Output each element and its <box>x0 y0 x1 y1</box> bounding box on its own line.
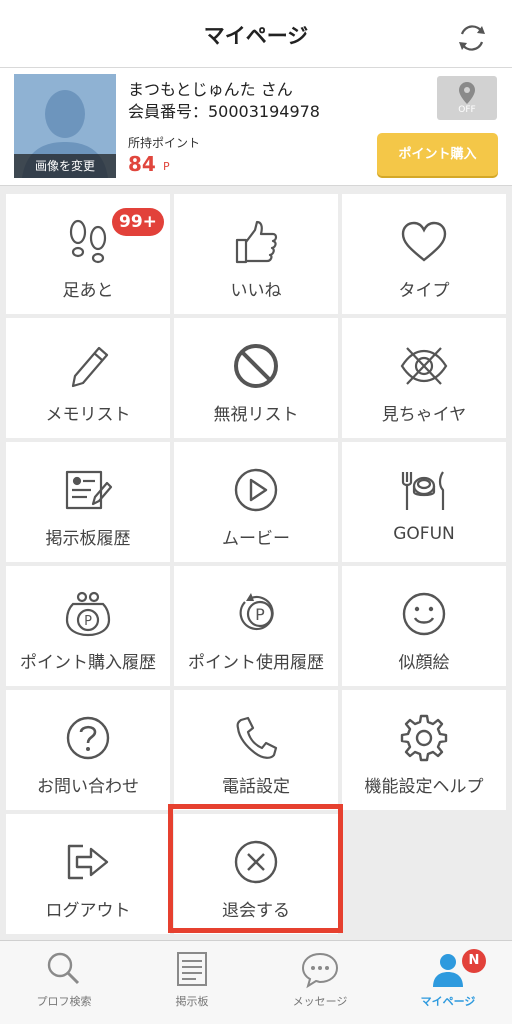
menu-point-usage-history[interactable]: P ポイント使用履歴 <box>174 566 338 686</box>
points-label: 所持ポイント <box>128 136 201 150</box>
close-circle-icon <box>234 840 278 884</box>
menu-hide-from[interactable]: 見ちゃイヤ <box>342 318 506 438</box>
menu-label: 掲示板履歴 <box>45 529 131 549</box>
menu-label: タイプ <box>398 281 450 301</box>
menu-label: 機能設定ヘルプ <box>364 777 484 797</box>
menu-type[interactable]: タイプ <box>342 194 506 314</box>
pencil-icon <box>71 346 109 388</box>
tab-messages[interactable]: メッセージ <box>256 941 384 1024</box>
buy-points-button[interactable]: ポイント購入 <box>377 133 498 176</box>
block-icon <box>234 344 278 388</box>
menu-settings-help[interactable]: 機能設定ヘルプ <box>342 690 506 810</box>
location-state: OFF <box>458 105 476 115</box>
menu-label: ポイント使用履歴 <box>188 653 324 673</box>
avatar[interactable]: 画像を変更 <box>14 74 116 178</box>
page-title: マイページ <box>203 24 309 48</box>
member-id: 会員番号：50003194978 <box>128 102 320 121</box>
person-icon <box>433 954 463 987</box>
refresh-icon[interactable] <box>452 18 492 58</box>
heart-icon <box>401 221 447 262</box>
menu-label: 見ちゃイヤ <box>381 405 467 425</box>
menu-label: 電話設定 <box>222 777 290 797</box>
menu-label: メモリスト <box>45 405 131 425</box>
points-value: 84 <box>128 152 156 176</box>
menu-label: いいね <box>230 281 282 301</box>
svg-text:P: P <box>255 605 265 624</box>
menu-label: 足あと <box>62 281 114 301</box>
footprints-badge: 99+ <box>112 208 164 236</box>
svg-text:P: P <box>84 614 92 629</box>
notification-badge: N <box>462 949 486 973</box>
menu-label: お問い合わせ <box>37 777 139 797</box>
board-history-icon <box>65 470 113 510</box>
menu-logout[interactable]: ログアウト <box>6 814 170 934</box>
menu-label: 無視リスト <box>213 405 299 425</box>
menu-gofun[interactable]: GOFUN <box>342 442 506 562</box>
eye-crossed-icon <box>400 347 448 385</box>
tab-label: 掲示板 <box>175 995 209 1008</box>
play-icon <box>234 468 278 512</box>
purse-icon: P <box>65 591 111 637</box>
message-icon <box>301 952 339 989</box>
user-name: まつもとじゅんた さん <box>128 80 293 99</box>
meat-icon <box>401 471 445 510</box>
menu-phone-settings[interactable]: 電話設定 <box>174 690 338 810</box>
menu-label: 似顔絵 <box>398 653 450 673</box>
tab-profile-search[interactable]: プロフ検索 <box>0 941 128 1024</box>
menu-portrait[interactable]: 似顔絵 <box>342 566 506 686</box>
tab-label: マイページ <box>420 995 476 1008</box>
menu-memo-list[interactable]: メモリスト <box>6 318 170 438</box>
menu-board-history[interactable]: 掲示板履歴 <box>6 442 170 562</box>
location-pin-icon <box>459 82 475 104</box>
change-photo-button[interactable]: 画像を変更 <box>14 154 116 178</box>
footprints-icon <box>69 219 107 264</box>
menu-label: ポイント購入履歴 <box>20 653 156 673</box>
point-usage-icon: P <box>239 593 274 631</box>
menu-label: ログアウト <box>45 901 131 921</box>
menu-movie[interactable]: ムービー <box>174 442 338 562</box>
menu-footprints[interactable]: 99+ 足あと <box>6 194 170 314</box>
tab-label: メッセージ <box>292 995 348 1008</box>
menu-label: ムービー <box>222 529 290 549</box>
menu-point-purchase-history[interactable]: P ポイント購入履歴 <box>6 566 170 686</box>
menu-label: GOFUN <box>393 524 455 544</box>
menu-contact[interactable]: お問い合わせ <box>6 690 170 810</box>
phone-icon <box>236 716 278 759</box>
profile-panel: 画像を変更 まつもとじゅんた さん 会員番号：50003194978 所持ポイン… <box>0 68 512 186</box>
menu-grid: 99+ 足あと いいね タイプ メモリスト 無視リスト 見ちゃイヤ 掲示板履歴 … <box>0 186 512 938</box>
header: マイページ <box>0 0 512 68</box>
menu-label: 退会する <box>222 901 290 921</box>
tab-label: プロフ検索 <box>36 995 92 1008</box>
logout-icon <box>67 844 109 880</box>
smile-icon <box>402 592 446 636</box>
menu-withdraw[interactable]: 退会する <box>174 814 338 934</box>
bulletin-board-icon <box>177 952 207 986</box>
tab-bulletin-board[interactable]: 掲示板 <box>128 941 256 1024</box>
points-unit: P <box>163 160 170 173</box>
thumbs-up-icon <box>235 220 278 264</box>
menu-ignore-list[interactable]: 無視リスト <box>174 318 338 438</box>
tab-my-page[interactable]: マイページ <box>384 941 512 1024</box>
question-icon <box>66 716 110 760</box>
tab-bar: プロフ検索 掲示板 メッセージ マイページ N <box>0 940 512 1024</box>
gear-icon <box>400 714 448 762</box>
location-toggle[interactable]: OFF <box>437 76 497 120</box>
menu-likes[interactable]: いいね <box>174 194 338 314</box>
search-icon <box>47 952 80 985</box>
